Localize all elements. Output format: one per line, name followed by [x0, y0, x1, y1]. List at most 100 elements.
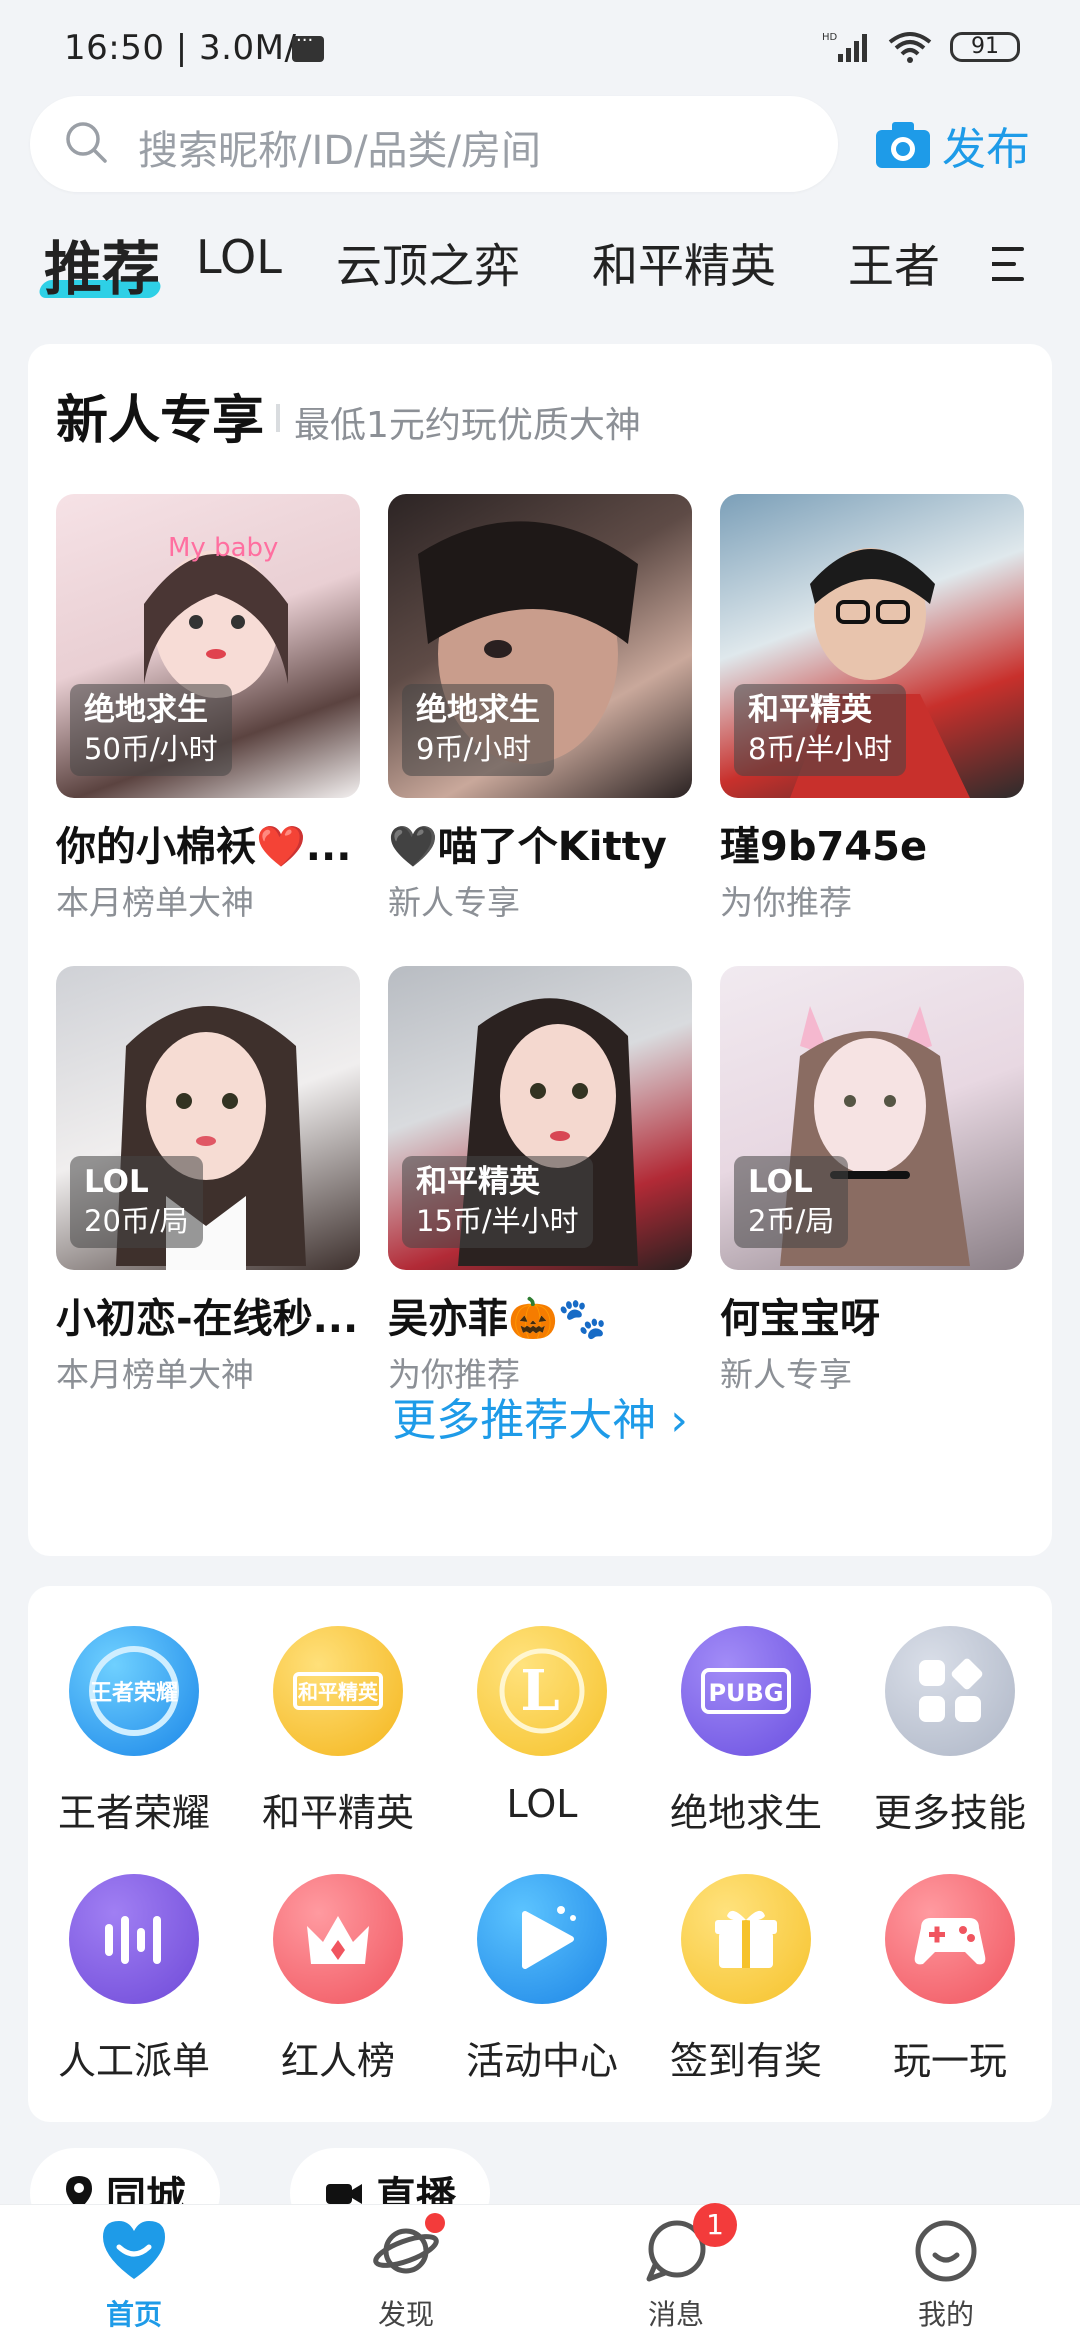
honor-of-kings-icon: 王者荣耀: [69, 1626, 199, 1756]
skill-play[interactable]: 玩一玩: [850, 1874, 1050, 2085]
skill-lol[interactable]: L LOL: [442, 1626, 642, 1826]
player-tag: LOL 2币/局: [734, 1156, 849, 1248]
player-price: 9币/小时: [416, 732, 532, 766]
player-price: 2币/局: [748, 1204, 835, 1238]
newcomer-title: 新人专享: [56, 391, 265, 451]
tab-tft[interactable]: 云顶之弈: [336, 230, 520, 296]
player-price: 15币/半小时: [416, 1204, 579, 1238]
skill-label: 绝地求生: [669, 1791, 822, 1835]
skill-activity-center[interactable]: 活动中心: [442, 1874, 642, 2085]
signal-icon: HD: [822, 32, 867, 62]
player-name: 小初恋-在线秒...: [56, 1296, 359, 1342]
category-tabs: 推荐 LOL 云顶之弈 和平精英 王者: [0, 220, 1080, 316]
nav-messages[interactable]: 1 消息: [596, 2203, 756, 2333]
nav-label: 首页: [105, 2298, 162, 2331]
svg-text:PUBG: PUBG: [708, 1679, 783, 1707]
skill-checkin-reward[interactable]: 签到有奖: [646, 1874, 846, 2085]
player-price: 20币/局: [84, 1204, 189, 1238]
search-icon: [66, 122, 107, 163]
player-price: 8币/半小时: [748, 732, 893, 766]
player-tag: 绝地求生 9币/小时: [402, 684, 554, 776]
skill-peacekeeper[interactable]: 和平精英 和平精英: [238, 1626, 438, 1837]
status-bar: 16:50 | 3.0M/s HD 91: [0, 0, 1080, 90]
player-game: 和平精英: [416, 1164, 540, 1200]
camera-icon: [876, 122, 930, 168]
lol-icon: L: [477, 1626, 607, 1756]
more-skills-icon: [885, 1626, 1015, 1756]
player-game: 和平精英: [748, 692, 872, 728]
player-game: LOL: [748, 1164, 813, 1200]
publish-label: 发布: [942, 124, 1030, 175]
skill-pubg[interactable]: PUBG 绝地求生: [646, 1626, 846, 1837]
skill-label: 更多技能: [873, 1791, 1026, 1835]
newcomer-subtitle: 最低1元约玩优质大神: [294, 405, 641, 446]
player-tag: 和平精英 15币/半小时: [402, 1156, 593, 1248]
status-time: 16:50 | 3.0M/s: [64, 28, 315, 68]
planet-icon: [371, 2213, 445, 2283]
svg-text:L: L: [520, 1658, 559, 1724]
player-tag: 和平精英 8币/半小时: [734, 684, 907, 776]
nav-home[interactable]: 首页: [54, 2217, 214, 2333]
player-game: 绝地求生: [84, 692, 208, 728]
skill-label: 签到有奖: [669, 2039, 822, 2083]
svg-text:My baby: My baby: [168, 533, 278, 563]
more-recommended-link[interactable]: 更多推荐大神 ›: [28, 1384, 1052, 1448]
tab-peacekeeper[interactable]: 和平精英: [592, 230, 776, 296]
peacekeeper-icon: 和平精英: [273, 1626, 403, 1756]
home-heart-icon: [99, 2217, 169, 2283]
skill-honor-of-kings[interactable]: 王者荣耀 王者荣耀: [34, 1626, 234, 1837]
svg-text:王者荣耀: 王者荣耀: [90, 1680, 178, 1706]
nav-discover[interactable]: 发现: [326, 2213, 486, 2333]
chat-bubble-icon: 1: [641, 2203, 737, 2283]
player-tag: LOL 20币/局: [70, 1156, 203, 1248]
player-subtitle: 本月榜单大神: [56, 883, 254, 922]
player-tag: 绝地求生 50币/小时: [70, 684, 232, 776]
crown-icon: [273, 1874, 403, 2004]
player-game: LOL: [84, 1164, 149, 1200]
tab-honor-of-kings[interactable]: 王者: [848, 230, 940, 296]
gift-icon: [681, 1874, 811, 2004]
skill-influencer-rank[interactable]: 红人榜: [238, 1874, 438, 2085]
skill-label: LOL: [506, 1782, 578, 1826]
skill-label: 红人榜: [280, 2039, 395, 2083]
pubg-icon: PUBG: [681, 1626, 811, 1756]
search-input[interactable]: 搜索昵称/ID/品类/房间: [30, 96, 838, 192]
nav-profile[interactable]: 我的: [866, 2217, 1026, 2333]
skill-manual-dispatch[interactable]: 人工派单: [34, 1874, 234, 2085]
skill-label: 玩一玩: [892, 2039, 1007, 2083]
player-name: 何宝宝呀: [720, 1296, 880, 1342]
manual-dispatch-icon: [69, 1874, 199, 2004]
nav-label: 发现: [377, 2298, 434, 2331]
unread-count-badge: 1: [693, 2203, 737, 2247]
skill-label: 人工派单: [57, 2039, 210, 2083]
message-notification-icon: [292, 30, 324, 62]
publish-button[interactable]: 发布: [874, 112, 1030, 178]
tab-recommend[interactable]: 推荐: [44, 222, 160, 306]
wifi-icon: [888, 32, 932, 63]
skill-label: 王者荣耀: [57, 1791, 210, 1835]
player-name: 🖤喵了个Kitty: [388, 824, 667, 870]
player-name: 瑾9b745e: [720, 824, 928, 870]
gamepad-icon: [885, 1874, 1015, 2004]
svg-text:HD: HD: [822, 32, 838, 43]
skill-label: 活动中心: [465, 2039, 618, 2083]
skill-more[interactable]: 更多技能: [850, 1626, 1050, 1837]
smile-face-icon: [911, 2217, 981, 2283]
nav-label: 消息: [647, 2298, 704, 2331]
search-placeholder: 搜索昵称/ID/品类/房间: [138, 128, 542, 174]
player-name: 吴亦菲🎃🐾: [388, 1296, 608, 1342]
tab-lol[interactable]: LOL: [196, 230, 282, 284]
player-price: 50币/小时: [84, 732, 218, 766]
nav-label: 我的: [917, 2298, 974, 2331]
player-name: 你的小棉袄❤️...: [56, 824, 352, 870]
bottom-nav: 首页 发现 1 消息 我的: [0, 2203, 1080, 2340]
skill-label: 和平精英: [261, 1791, 414, 1835]
battery-indicator: 91: [950, 32, 1020, 62]
svg-text:和平精英: 和平精英: [298, 1680, 379, 1704]
player-subtitle: 为你推荐: [720, 883, 852, 922]
player-subtitle: 新人专享: [388, 883, 520, 922]
skills-card: 王者荣耀 王者荣耀 和平精英 和平精英 L LOL PUBG 绝地求生 更多技能…: [28, 1586, 1052, 2122]
newcomer-card: 新人专享 最低1元约玩优质大神 My baby 绝地求生 50币/小时 你的小棉…: [28, 344, 1052, 1556]
new-dot-badge: [425, 2213, 445, 2233]
menu-icon[interactable]: [992, 244, 1026, 284]
